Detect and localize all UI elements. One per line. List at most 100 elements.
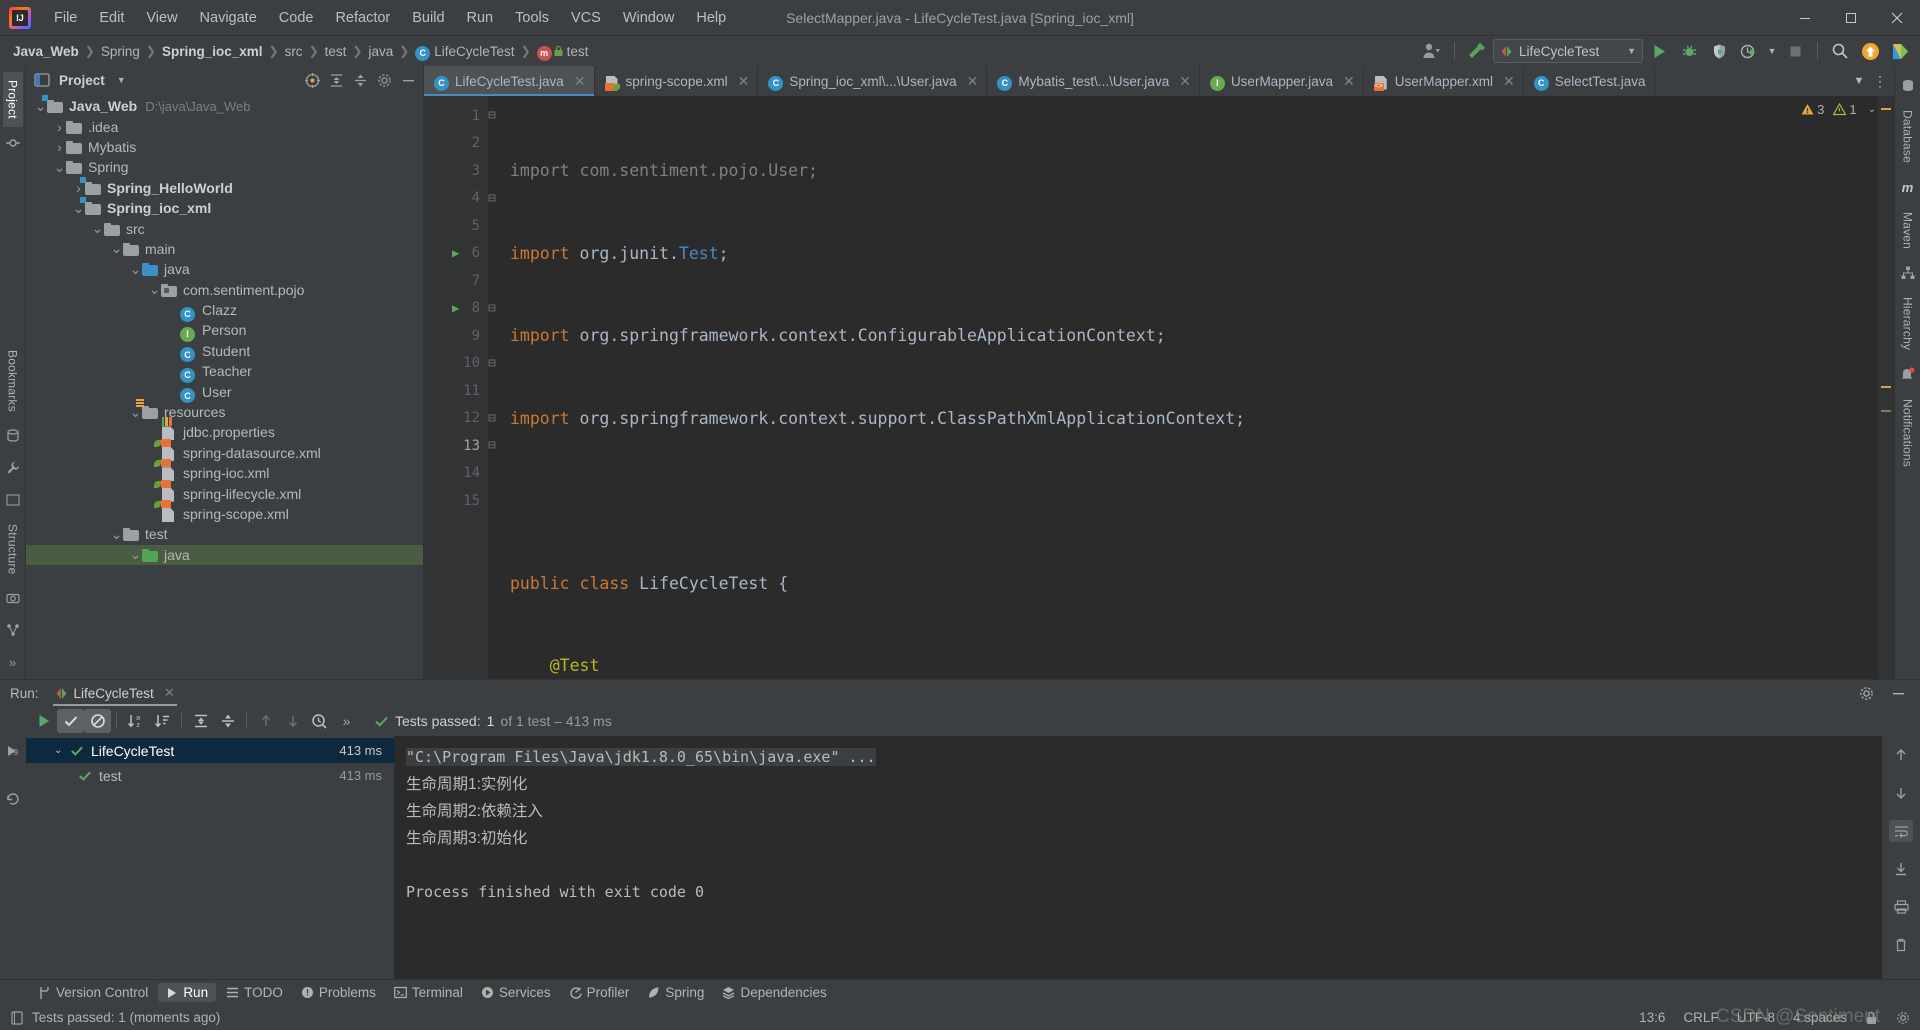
profile-button[interactable] xyxy=(1735,38,1763,64)
breadcrumb-item-java-web[interactable]: Java_Web xyxy=(8,42,84,61)
expand-all-button[interactable] xyxy=(187,709,214,733)
collapse-all-button[interactable] xyxy=(214,709,241,733)
chevron-down-icon[interactable]: ⌄ xyxy=(110,242,123,255)
tree-item-student[interactable]: CStudent xyxy=(26,341,423,361)
expand-all-icon[interactable] xyxy=(325,69,347,91)
sidebar-item-database[interactable]: Database xyxy=(1898,102,1918,171)
minimize-button[interactable] xyxy=(1782,0,1828,36)
breadcrumb-item-java[interactable]: java xyxy=(363,42,398,61)
bottom-tab-terminal[interactable]: Terminal xyxy=(386,983,471,1002)
breadcrumb-item-spring[interactable]: Spring xyxy=(96,42,145,61)
inspection-chevron-down-icon[interactable]: ⌄ xyxy=(1868,104,1876,115)
chevron-down-icon[interactable]: ⌄ xyxy=(91,222,104,235)
bottom-tab-services[interactable]: Services xyxy=(473,983,559,1002)
test-history-button[interactable] xyxy=(306,709,333,733)
menu-tools[interactable]: Tools xyxy=(504,6,560,30)
show-passed-toggle[interactable] xyxy=(57,709,84,733)
profile-dropdown-icon[interactable]: ▼ xyxy=(1765,38,1779,64)
tree-item-java-web[interactable]: ⌄Java_WebD:\java\Java_Web xyxy=(26,96,423,116)
tree-item-spring[interactable]: ⌄Spring xyxy=(26,157,423,177)
tree-item-resources[interactable]: ⌄resources xyxy=(26,402,423,422)
menu-code[interactable]: Code xyxy=(268,6,325,30)
database-refresh-icon[interactable] xyxy=(6,429,20,443)
bottom-tab-spring[interactable]: Spring xyxy=(639,983,712,1002)
gutter-line-14[interactable]: 14 xyxy=(424,460,488,488)
editor-tab-lifecycletest[interactable]: C LifeCycleTest.java ✕ xyxy=(424,66,595,96)
menu-vcs[interactable]: VCS xyxy=(560,6,612,30)
line-separator[interactable]: CRLF xyxy=(1683,1010,1718,1025)
print-icon[interactable] xyxy=(1889,896,1913,918)
test-row-lifecycletest[interactable]: ⌄ LifeCycleTest 413 ms xyxy=(26,738,394,763)
breadcrumb-item-lifecycletest[interactable]: C LifeCycleTest xyxy=(410,42,519,61)
editor-tab-usermapper-xml[interactable]: <> UserMapper.xml ✕ xyxy=(1364,66,1524,96)
camera-icon[interactable] xyxy=(6,591,20,605)
gutter-line-8[interactable]: ▶8 xyxy=(424,295,488,323)
tree-item-spring-lifecycle-xml[interactable]: spring-lifecycle.xml xyxy=(26,483,423,503)
sidebar-item-project[interactable]: Project xyxy=(3,72,23,127)
chevron-down-icon[interactable]: ⌄ xyxy=(110,528,123,541)
more-actions-button[interactable]: » xyxy=(333,709,360,733)
previous-occurrence-button[interactable] xyxy=(252,709,279,733)
commit-icon[interactable] xyxy=(6,136,20,150)
more-tool-windows-icon[interactable]: » xyxy=(9,655,16,670)
run-panel-settings-gear-icon[interactable] xyxy=(1852,680,1880,706)
chevron-down-icon[interactable]: ⌄ xyxy=(54,745,70,756)
tree-item-com-sentiment-pojo[interactable]: ⌄com.sentiment.pojo xyxy=(26,280,423,300)
bottom-tab-problems[interactable]: Problems xyxy=(293,983,384,1002)
gutter-line-7[interactable]: 7 xyxy=(424,267,488,295)
hide-ignored-toggle[interactable] xyxy=(84,709,111,733)
tree-item-teacher[interactable]: CTeacher xyxy=(26,361,423,381)
close-tab-icon[interactable]: ✕ xyxy=(738,73,750,90)
rerun-button[interactable] xyxy=(30,709,57,733)
sidebar-item-bookmarks[interactable]: Bookmarks xyxy=(3,342,23,420)
tree-item-spring-datasource-xml[interactable]: spring-datasource.xml xyxy=(26,443,423,463)
stop-button[interactable] xyxy=(1781,38,1809,64)
build-wrench-icon[interactable] xyxy=(6,461,20,475)
terminal-square-icon[interactable] xyxy=(6,493,20,507)
tree-item-java[interactable]: ⌄java xyxy=(26,259,423,279)
search-everywhere-icon[interactable] xyxy=(1826,38,1854,64)
stripe-marker-weak-warning[interactable] xyxy=(1881,410,1891,412)
hide-run-panel-icon[interactable] xyxy=(1884,680,1912,706)
menu-navigate[interactable]: Navigate xyxy=(189,6,268,30)
menu-view[interactable]: View xyxy=(135,6,188,30)
indent-setting[interactable]: 4 spaces xyxy=(1793,1010,1847,1025)
chevron-down-icon[interactable]: ⌄ xyxy=(72,202,85,215)
sidebar-item-hierarchy[interactable]: Hierarchy xyxy=(1898,289,1918,358)
caret-position[interactable]: 13:6 xyxy=(1639,1010,1665,1025)
tree-item-test[interactable]: ⌄test xyxy=(26,524,423,544)
tree-item-src[interactable]: ⌄src xyxy=(26,218,423,238)
tab-list-chevron-down-icon[interactable]: ▼ xyxy=(1848,68,1870,94)
collapse-all-icon[interactable] xyxy=(349,69,371,91)
debug-button[interactable] xyxy=(1675,38,1703,64)
menu-build[interactable]: Build xyxy=(401,6,455,30)
gutter-line-12[interactable]: 12 xyxy=(424,405,488,433)
tree-item-java[interactable]: ⌄java xyxy=(26,545,423,565)
editor-gutter[interactable]: 12345▶67▶89101112131415 xyxy=(424,96,488,679)
scroll-up-icon[interactable] xyxy=(1889,744,1913,766)
tree-item-person[interactable]: IPerson xyxy=(26,320,423,340)
tree-item-idea[interactable]: ›.idea xyxy=(26,116,423,136)
close-tab-icon[interactable]: ✕ xyxy=(574,73,586,90)
menu-refactor[interactable]: Refactor xyxy=(324,6,401,30)
project-settings-gear-icon[interactable] xyxy=(373,69,395,91)
database-icon[interactable] xyxy=(1901,79,1915,93)
next-occurrence-button[interactable] xyxy=(279,709,306,733)
hide-panel-icon[interactable] xyxy=(397,69,419,91)
sidebar-item-structure[interactable]: Structure xyxy=(3,516,23,583)
gutter-line-9[interactable]: 9 xyxy=(424,322,488,350)
gutter-line-15[interactable]: 15 xyxy=(424,487,488,515)
dependencies-icon[interactable] xyxy=(6,623,20,637)
scroll-down-icon[interactable] xyxy=(1889,782,1913,804)
tree-item-mybatis[interactable]: ›Mybatis xyxy=(26,137,423,157)
inspection-widget[interactable]: 3 1 ⌄ xyxy=(1801,102,1876,117)
code-editor[interactable]: 12345▶67▶89101112131415 ⊟ ⊟ ⊟ ⊟ xyxy=(424,96,1894,679)
bottom-tab-version-control[interactable]: Version Control xyxy=(30,983,156,1002)
notifications-bell-icon[interactable] xyxy=(1900,367,1915,382)
gutter-line-11[interactable]: 11 xyxy=(424,377,488,405)
tree-item-spring-scope-xml[interactable]: spring-scope.xml xyxy=(26,504,423,524)
menu-help[interactable]: Help xyxy=(685,6,737,30)
tree-item-jdbc-properties[interactable]: jdbc.properties xyxy=(26,422,423,442)
maven-icon[interactable]: m xyxy=(1902,180,1914,195)
maximize-button[interactable] xyxy=(1828,0,1874,36)
